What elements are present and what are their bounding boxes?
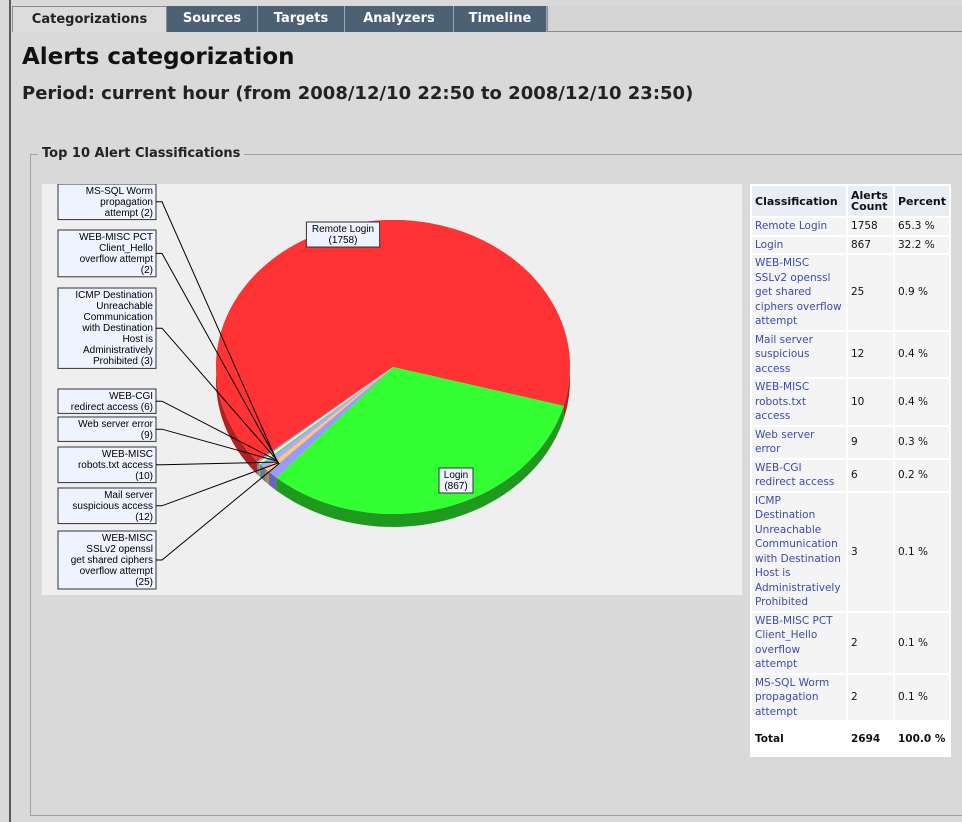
row-classification-link[interactable]: ICMP Destination Unreachable Communicati… bbox=[750, 490, 848, 613]
row-percent: 0.1 % bbox=[892, 610, 952, 675]
table-row: MS-SQL Worm propagation attempt 2 0.1 % bbox=[750, 672, 952, 722]
row-percent: 0.2 % bbox=[892, 457, 952, 493]
callout-text: Client_Hello bbox=[99, 243, 153, 254]
callout-text: Host is bbox=[122, 334, 153, 345]
callout-text: WEB-MISC PCT bbox=[79, 232, 153, 243]
row-percent: 0.9 % bbox=[892, 253, 952, 332]
login-label-text: Login bbox=[444, 470, 468, 481]
row-classification-link[interactable]: WEB-MISC robots.txt access bbox=[750, 377, 848, 427]
row-count: 9 bbox=[846, 424, 895, 460]
callout-text: suspicious access bbox=[72, 501, 153, 512]
row-percent: 0.4 % bbox=[892, 377, 952, 427]
callout-text: WEB-CGI bbox=[109, 391, 153, 402]
tab-targets[interactable]: Targets bbox=[258, 6, 345, 32]
callout-text: Prohibited (3) bbox=[93, 356, 153, 367]
pie-chart: Remote Login (1758) Login (867) MS-SQL Worm p… bbox=[42, 184, 742, 595]
row-count: 2 bbox=[846, 610, 895, 675]
callout-text: WEB-MISC bbox=[102, 449, 153, 460]
callout-text: Administratively bbox=[83, 345, 153, 356]
remote-login-label-text: (1758) bbox=[329, 235, 358, 246]
table-row: Login 867 32.2 % bbox=[750, 234, 952, 255]
row-classification-link[interactable]: Login bbox=[750, 234, 848, 255]
callout-text: Unreachable bbox=[96, 301, 153, 312]
total-count: 2694 bbox=[846, 720, 895, 757]
row-classification-link[interactable]: Remote Login bbox=[750, 216, 848, 237]
section-legend: Top 10 Alert Classifications bbox=[38, 146, 245, 161]
page-title: Alerts categorization bbox=[22, 44, 295, 70]
row-percent: 0.1 % bbox=[892, 672, 952, 722]
row-percent: 0.4 % bbox=[892, 329, 952, 379]
table-row: WEB-MISC PCT Client_Hello overflow attem… bbox=[750, 610, 952, 675]
callout-text: (25) bbox=[135, 577, 153, 588]
callout-text: with Destination bbox=[81, 323, 153, 334]
row-count: 6 bbox=[846, 457, 895, 493]
total-label: Total bbox=[750, 720, 848, 757]
callout-text: overflow attempt bbox=[80, 254, 154, 265]
tab-sources[interactable]: Sources bbox=[167, 6, 258, 32]
table-row: Web server error 9 0.3 % bbox=[750, 424, 952, 460]
callout-text: (2) bbox=[141, 265, 153, 276]
table-total-row: Total 2694 100.0 % bbox=[750, 720, 952, 757]
callout-text: (9) bbox=[141, 430, 153, 441]
row-classification-link[interactable]: WEB-MISC PCT Client_Hello overflow attem… bbox=[750, 610, 848, 675]
table-row: Remote Login 1758 65.3 % bbox=[750, 216, 952, 237]
remote-login-label-text: Remote Login bbox=[312, 224, 374, 235]
pie-slice-side bbox=[257, 461, 259, 476]
callout-text: (10) bbox=[135, 471, 153, 482]
header-percent: Percent bbox=[892, 184, 952, 218]
table-row: WEB-MISC SSLv2 openssl get shared cipher… bbox=[750, 253, 952, 332]
row-count: 12 bbox=[846, 329, 895, 379]
classification-table: Classification Alerts Count Percent Remo… bbox=[750, 184, 952, 757]
tab-bar-fill bbox=[547, 6, 962, 31]
callout-text: Communication bbox=[84, 312, 153, 323]
callout-text: Web server error bbox=[78, 419, 154, 430]
row-classification-link[interactable]: WEB-MISC SSLv2 openssl get shared cipher… bbox=[750, 253, 848, 332]
callout-text: attempt (2) bbox=[105, 208, 153, 219]
row-percent: 0.1 % bbox=[892, 490, 952, 613]
tab-timeline[interactable]: Timeline bbox=[454, 6, 547, 32]
row-percent: 65.3 % bbox=[892, 216, 952, 237]
row-percent: 32.2 % bbox=[892, 234, 952, 255]
row-classification-link[interactable]: WEB-CGI redirect access bbox=[750, 457, 848, 493]
header-classification: Classification bbox=[750, 184, 848, 218]
callout-text: robots.txt access bbox=[78, 460, 153, 471]
callout-text: MS-SQL Worm bbox=[86, 186, 153, 197]
table-header-row: Classification Alerts Count Percent bbox=[750, 184, 952, 218]
callout-text: get shared ciphers bbox=[71, 555, 153, 566]
row-count: 25 bbox=[846, 253, 895, 332]
table-row: WEB-CGI redirect access 6 0.2 % bbox=[750, 457, 952, 493]
tab-bar: Categorizations Sources Targets Analyzer… bbox=[12, 6, 962, 32]
row-classification-link[interactable]: MS-SQL Worm propagation attempt bbox=[750, 672, 848, 722]
callout-text: propagation bbox=[100, 197, 153, 208]
callout-text: overflow attempt bbox=[80, 566, 154, 577]
row-count: 1758 bbox=[846, 216, 895, 237]
row-count: 10 bbox=[846, 377, 895, 427]
row-classification-link[interactable]: Web server error bbox=[750, 424, 848, 460]
row-count: 867 bbox=[846, 234, 895, 255]
callout-text: (12) bbox=[135, 512, 153, 523]
pie-slice-side bbox=[257, 461, 258, 475]
row-count: 2 bbox=[846, 672, 895, 722]
row-classification-link[interactable]: Mail server suspicious access bbox=[750, 329, 848, 379]
period-subtitle: Period: current hour (from 2008/12/10 22… bbox=[22, 83, 694, 104]
callout-text: ICMP Destination bbox=[75, 290, 153, 301]
tab-analyzers[interactable]: Analyzers bbox=[345, 6, 454, 32]
row-percent: 0.3 % bbox=[892, 424, 952, 460]
total-percent: 100.0 % bbox=[892, 720, 952, 757]
callout-text: SSLv2 openssl bbox=[86, 544, 153, 555]
table-row: Mail server suspicious access 12 0.4 % bbox=[750, 329, 952, 379]
table-row: ICMP Destination Unreachable Communicati… bbox=[750, 490, 952, 613]
tab-categorizations[interactable]: Categorizations bbox=[12, 6, 167, 32]
row-count: 3 bbox=[846, 490, 895, 613]
callout-leader bbox=[156, 462, 280, 507]
login-label-text: (867) bbox=[444, 481, 467, 492]
header-alerts-count: Alerts Count bbox=[846, 184, 895, 218]
callout-text: WEB-MISC bbox=[102, 533, 153, 544]
table-row: WEB-MISC robots.txt access 10 0.4 % bbox=[750, 377, 952, 427]
left-border-rule bbox=[9, 0, 11, 822]
callout-text: redirect access (6) bbox=[71, 402, 153, 413]
callout-text: Mail server bbox=[104, 490, 154, 501]
pie-chart-svg: Remote Login(1758) Login(867) MS-SQL Wormp… bbox=[57, 184, 570, 590]
